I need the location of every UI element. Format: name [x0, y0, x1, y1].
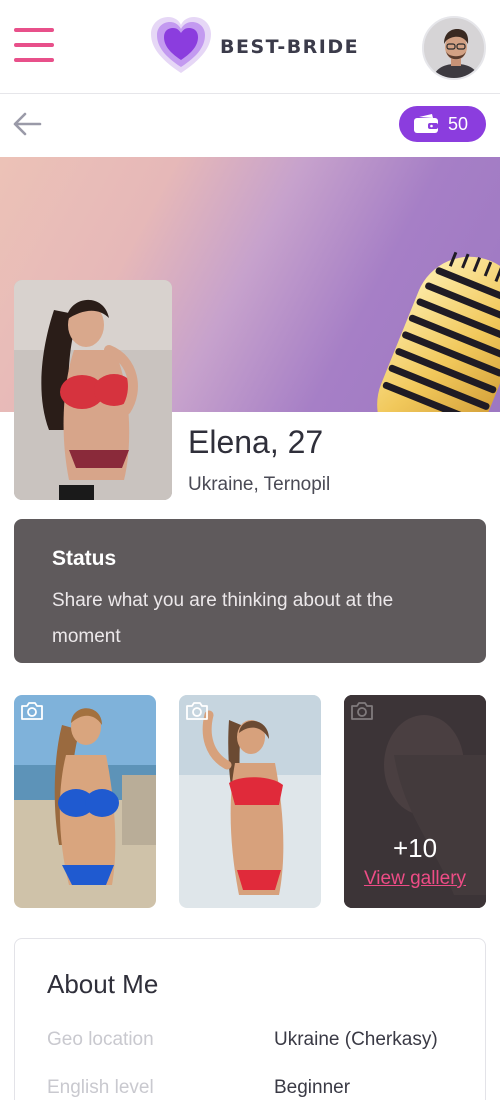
about-me-title: About Me [47, 969, 159, 999]
profile-location: Ukraine, Ternopil [188, 474, 331, 495]
about-me-card: About Me Geo location Ukraine (Cherkasy)… [14, 938, 486, 1100]
gallery-photo-1-image [14, 695, 156, 908]
credits-button[interactable]: 50 [399, 106, 486, 142]
view-gallery-tile[interactable]: +10 View gallery [344, 695, 486, 908]
hamburger-menu-icon[interactable] [14, 28, 56, 64]
geo-location-label: Geo location [47, 1029, 154, 1050]
status-title: Status [52, 547, 117, 570]
top-header: BEST-BRIDE [0, 0, 500, 94]
avatar-image [424, 18, 484, 78]
geo-location-value: Ukraine (Cherkasy) [274, 1029, 438, 1050]
view-gallery-link[interactable]: View gallery [344, 868, 486, 890]
english-level-label: English level [47, 1077, 154, 1098]
gallery-more-count: +10 [392, 833, 438, 863]
camera-icon [21, 702, 43, 720]
brand-logo[interactable]: BEST-BRIDE [150, 16, 360, 76]
sub-toolbar: 50 [0, 95, 500, 157]
gallery-photo-2-image [179, 695, 321, 908]
gallery-photo-1[interactable] [14, 695, 156, 908]
english-level-value: Beginner [274, 1077, 351, 1098]
brand-name: BEST-BRIDE [220, 36, 360, 58]
status-card[interactable]: Status Share what you are thinking about… [14, 519, 486, 663]
user-avatar[interactable] [422, 16, 486, 80]
profile-photo-image [14, 280, 172, 500]
arrow-left-icon[interactable] [10, 109, 44, 139]
credits-count: 50 [448, 114, 469, 134]
profile-photo[interactable] [14, 280, 172, 500]
camera-icon [351, 702, 373, 720]
wallet-icon [414, 114, 438, 133]
status-text: Share what you are thinking about at the… [52, 590, 394, 647]
profile-name-age: Elena, 27 [188, 424, 324, 460]
heart-icon [151, 17, 211, 73]
camera-icon [186, 702, 208, 720]
gallery-photo-2[interactable] [179, 695, 321, 908]
